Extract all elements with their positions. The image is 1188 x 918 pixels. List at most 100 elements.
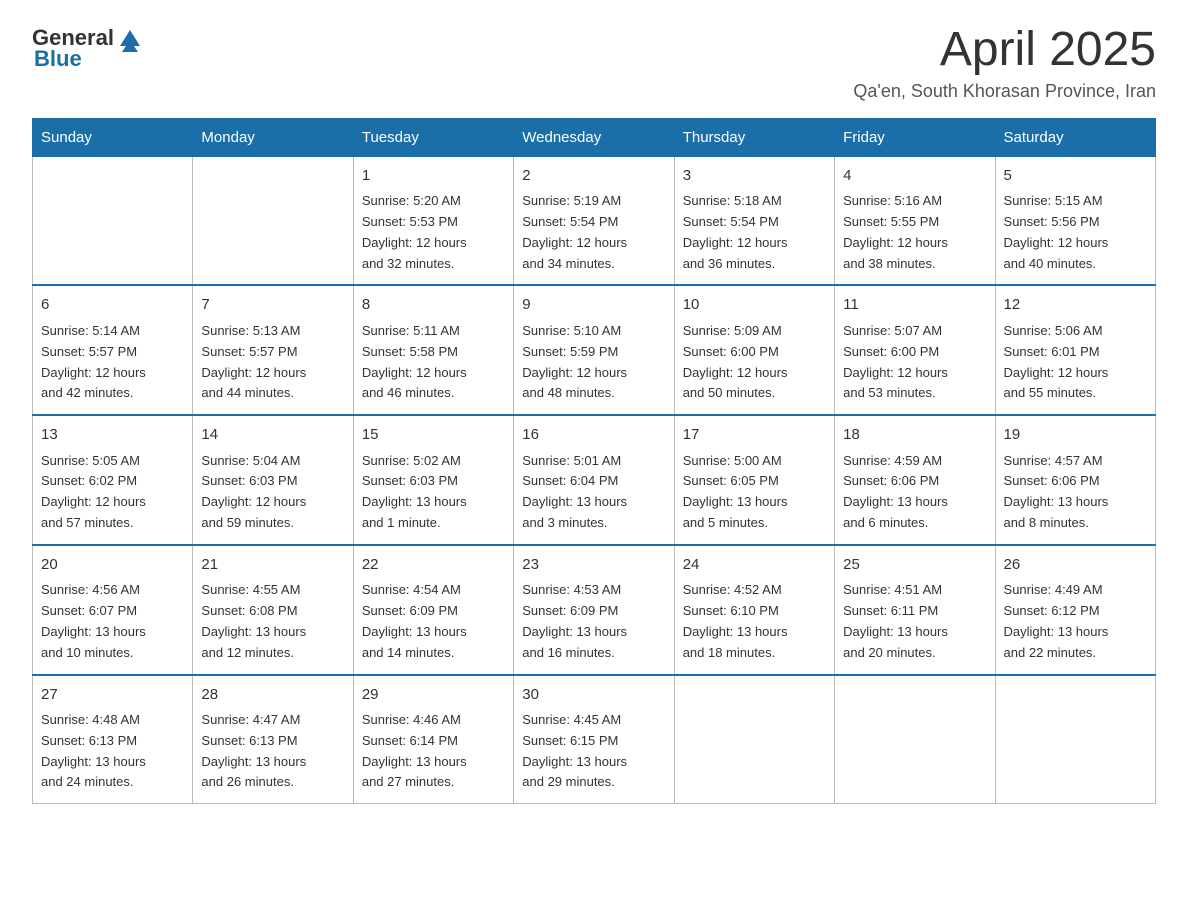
calendar-cell: 25Sunrise: 4:51 AM Sunset: 6:11 PM Dayli…	[835, 545, 995, 675]
calendar-cell: 2 Sunrise: 5:19 AM Sunset: 5:54 PM Daylig…	[514, 156, 674, 285]
day-info: Sunrise: 4:48 AM Sunset: 6:13 PM Dayligh…	[41, 710, 184, 793]
day-info: Sunrise: 5:16 AM Sunset: 5:55 PM Dayligh…	[843, 191, 986, 274]
day-number: 2	[522, 165, 665, 188]
calendar-week-row: 13 Sunrise: 5:05 AM Sunset: 6:02 PM Dayli…	[33, 415, 1156, 545]
page-header: General Blue April 2025 Qa'en, South Kho…	[32, 24, 1156, 102]
calendar-cell: 17 Sunrise: 5:00 AM Sunset: 6:05 PM Dayli…	[674, 415, 834, 545]
day-number: 9	[522, 294, 665, 317]
calendar-cell: 22 Sunrise: 4:54 AM Sunset: 6:09 PM Dayli…	[353, 545, 513, 675]
day-number: 27	[41, 684, 184, 707]
calendar-cell: 5Sunrise: 5:15 AM Sunset: 5:56 PM Daylig…	[995, 156, 1155, 285]
day-number: 8	[362, 294, 505, 317]
day-number: 15	[362, 424, 505, 447]
day-info: Sunrise: 4:52 AM Sunset: 6:10 PM Dayligh…	[683, 580, 826, 663]
calendar-cell: 6 Sunrise: 5:14 AM Sunset: 5:57 PM Daylig…	[33, 285, 193, 415]
day-number: 11	[843, 294, 986, 317]
day-number: 30	[522, 684, 665, 707]
calendar-cell: 3 Sunrise: 5:18 AM Sunset: 5:54 PM Daylig…	[674, 156, 834, 285]
day-number: 3	[683, 165, 826, 188]
calendar-cell: 24 Sunrise: 4:52 AM Sunset: 6:10 PM Dayli…	[674, 545, 834, 675]
calendar-day-header: Monday	[193, 118, 353, 156]
calendar-cell: 21 Sunrise: 4:55 AM Sunset: 6:08 PM Dayli…	[193, 545, 353, 675]
title-block: April 2025 Qa'en, South Khorasan Provinc…	[853, 24, 1156, 102]
day-info: Sunrise: 5:18 AM Sunset: 5:54 PM Dayligh…	[683, 191, 826, 274]
day-info: Sunrise: 5:02 AM Sunset: 6:03 PM Dayligh…	[362, 451, 505, 534]
day-info: Sunrise: 4:57 AM Sunset: 6:06 PM Dayligh…	[1004, 451, 1147, 534]
day-info: Sunrise: 5:04 AM Sunset: 6:03 PM Dayligh…	[201, 451, 344, 534]
calendar-cell: 23Sunrise: 4:53 AM Sunset: 6:09 PM Dayli…	[514, 545, 674, 675]
day-number: 19	[1004, 424, 1147, 447]
day-number: 17	[683, 424, 826, 447]
day-info: Sunrise: 4:49 AM Sunset: 6:12 PM Dayligh…	[1004, 580, 1147, 663]
day-info: Sunrise: 4:56 AM Sunset: 6:07 PM Dayligh…	[41, 580, 184, 663]
day-number: 21	[201, 554, 344, 577]
calendar-cell: 20 Sunrise: 4:56 AM Sunset: 6:07 PM Dayli…	[33, 545, 193, 675]
day-info: Sunrise: 5:10 AM Sunset: 5:59 PM Dayligh…	[522, 321, 665, 404]
day-info: Sunrise: 5:14 AM Sunset: 5:57 PM Dayligh…	[41, 321, 184, 404]
calendar-cell: 9 Sunrise: 5:10 AM Sunset: 5:59 PM Daylig…	[514, 285, 674, 415]
day-info: Sunrise: 5:06 AM Sunset: 6:01 PM Dayligh…	[1004, 321, 1147, 404]
calendar-cell	[193, 156, 353, 285]
day-info: Sunrise: 5:11 AM Sunset: 5:58 PM Dayligh…	[362, 321, 505, 404]
calendar-cell: 11 Sunrise: 5:07 AM Sunset: 6:00 PM Dayli…	[835, 285, 995, 415]
calendar-cell: 15 Sunrise: 5:02 AM Sunset: 6:03 PM Dayli…	[353, 415, 513, 545]
calendar-week-row: 20 Sunrise: 4:56 AM Sunset: 6:07 PM Dayli…	[33, 545, 1156, 675]
calendar-cell: 29 Sunrise: 4:46 AM Sunset: 6:14 PM Dayli…	[353, 675, 513, 804]
day-info: Sunrise: 4:45 AM Sunset: 6:15 PM Dayligh…	[522, 710, 665, 793]
day-number: 16	[522, 424, 665, 447]
day-number: 29	[362, 684, 505, 707]
logo-icon	[116, 24, 144, 52]
day-info: Sunrise: 5:00 AM Sunset: 6:05 PM Dayligh…	[683, 451, 826, 534]
day-info: Sunrise: 5:19 AM Sunset: 5:54 PM Dayligh…	[522, 191, 665, 274]
calendar-day-header: Friday	[835, 118, 995, 156]
calendar-cell: 4 Sunrise: 5:16 AM Sunset: 5:55 PM Daylig…	[835, 156, 995, 285]
calendar-header-row: SundayMondayTuesdayWednesdayThursdayFrid…	[33, 118, 1156, 156]
day-number: 5	[1004, 165, 1147, 188]
calendar-cell: 8 Sunrise: 5:11 AM Sunset: 5:58 PM Daylig…	[353, 285, 513, 415]
calendar-table: SundayMondayTuesdayWednesdayThursdayFrid…	[32, 118, 1156, 804]
day-info: Sunrise: 5:07 AM Sunset: 6:00 PM Dayligh…	[843, 321, 986, 404]
day-number: 18	[843, 424, 986, 447]
day-number: 25	[843, 554, 986, 577]
day-info: Sunrise: 4:54 AM Sunset: 6:09 PM Dayligh…	[362, 580, 505, 663]
day-number: 28	[201, 684, 344, 707]
calendar-cell: 27 Sunrise: 4:48 AM Sunset: 6:13 PM Dayli…	[33, 675, 193, 804]
calendar-week-row: 27 Sunrise: 4:48 AM Sunset: 6:13 PM Dayli…	[33, 675, 1156, 804]
page-title: April 2025	[853, 24, 1156, 77]
day-number: 6	[41, 294, 184, 317]
calendar-cell: 30 Sunrise: 4:45 AM Sunset: 6:15 PM Dayli…	[514, 675, 674, 804]
day-info: Sunrise: 4:59 AM Sunset: 6:06 PM Dayligh…	[843, 451, 986, 534]
day-number: 14	[201, 424, 344, 447]
calendar-day-header: Wednesday	[514, 118, 674, 156]
calendar-cell	[33, 156, 193, 285]
calendar-day-header: Thursday	[674, 118, 834, 156]
day-info: Sunrise: 4:55 AM Sunset: 6:08 PM Dayligh…	[201, 580, 344, 663]
calendar-cell	[995, 675, 1155, 804]
calendar-cell: 28 Sunrise: 4:47 AM Sunset: 6:13 PM Dayli…	[193, 675, 353, 804]
logo-blue-text: Blue	[34, 46, 82, 72]
day-info: Sunrise: 5:13 AM Sunset: 5:57 PM Dayligh…	[201, 321, 344, 404]
calendar-body: 1 Sunrise: 5:20 AM Sunset: 5:53 PM Daylig…	[33, 156, 1156, 803]
calendar-day-header: Saturday	[995, 118, 1155, 156]
day-number: 26	[1004, 554, 1147, 577]
day-number: 24	[683, 554, 826, 577]
day-info: Sunrise: 4:46 AM Sunset: 6:14 PM Dayligh…	[362, 710, 505, 793]
day-info: Sunrise: 5:01 AM Sunset: 6:04 PM Dayligh…	[522, 451, 665, 534]
calendar-cell: 10Sunrise: 5:09 AM Sunset: 6:00 PM Dayli…	[674, 285, 834, 415]
day-number: 1	[362, 165, 505, 188]
calendar-cell: 13 Sunrise: 5:05 AM Sunset: 6:02 PM Dayli…	[33, 415, 193, 545]
calendar-cell: 1 Sunrise: 5:20 AM Sunset: 5:53 PM Daylig…	[353, 156, 513, 285]
calendar-cell: 7Sunrise: 5:13 AM Sunset: 5:57 PM Daylig…	[193, 285, 353, 415]
calendar-day-header: Tuesday	[353, 118, 513, 156]
day-info: Sunrise: 5:09 AM Sunset: 6:00 PM Dayligh…	[683, 321, 826, 404]
calendar-cell: 26 Sunrise: 4:49 AM Sunset: 6:12 PM Dayli…	[995, 545, 1155, 675]
day-info: Sunrise: 4:47 AM Sunset: 6:13 PM Dayligh…	[201, 710, 344, 793]
day-number: 13	[41, 424, 184, 447]
day-info: Sunrise: 5:20 AM Sunset: 5:53 PM Dayligh…	[362, 191, 505, 274]
day-number: 20	[41, 554, 184, 577]
day-info: Sunrise: 5:05 AM Sunset: 6:02 PM Dayligh…	[41, 451, 184, 534]
day-number: 22	[362, 554, 505, 577]
day-number: 4	[843, 165, 986, 188]
calendar-day-header: Sunday	[33, 118, 193, 156]
logo: General Blue	[32, 24, 146, 72]
